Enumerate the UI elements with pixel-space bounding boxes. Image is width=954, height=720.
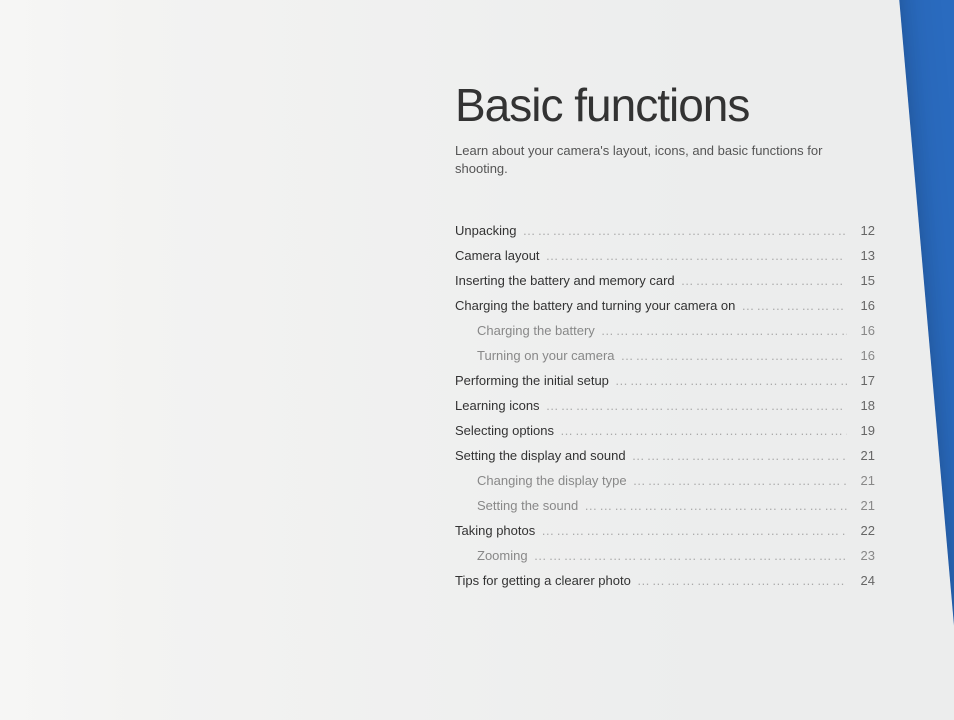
toc-entry-label: Inserting the battery and memory card bbox=[455, 274, 681, 287]
toc-entry-label: Zooming bbox=[477, 549, 534, 562]
toc-entry-page: 21 bbox=[847, 449, 875, 462]
toc-entry[interactable]: Zooming 23 bbox=[455, 543, 875, 568]
toc-entry-leader bbox=[615, 374, 847, 387]
toc-entry-label: Selecting options bbox=[455, 424, 560, 437]
toc-entry[interactable]: Camera layout 13 bbox=[455, 243, 875, 268]
toc-entry-label: Tips for getting a clearer photo bbox=[455, 574, 637, 587]
toc-entry-label: Turning on your camera bbox=[477, 349, 621, 362]
toc-entry-page: 16 bbox=[847, 324, 875, 337]
toc-entry-label: Changing the display type bbox=[477, 474, 633, 487]
toc-entry-page: 23 bbox=[847, 549, 875, 562]
toc-entry-page: 24 bbox=[847, 574, 875, 587]
toc-entry-page: 13 bbox=[847, 249, 875, 262]
toc-entry[interactable]: Inserting the battery and memory card 15 bbox=[455, 268, 875, 293]
toc-entry-leader bbox=[541, 524, 847, 537]
toc-entry-leader bbox=[741, 299, 847, 312]
page-subtitle: Learn about your camera's layout, icons,… bbox=[455, 142, 835, 178]
toc-entry-leader bbox=[601, 324, 847, 337]
toc-entry-page: 16 bbox=[847, 299, 875, 312]
toc-entry-leader bbox=[546, 249, 847, 262]
toc-entry[interactable]: Setting the display and sound 21 bbox=[455, 443, 875, 468]
toc-entry[interactable]: Taking photos 22 bbox=[455, 518, 875, 543]
toc-entry-leader bbox=[522, 224, 847, 237]
toc-entry-page: 22 bbox=[847, 524, 875, 537]
toc-entry-label: Camera layout bbox=[455, 249, 546, 262]
toc-entry[interactable]: Turning on your camera 16 bbox=[455, 343, 875, 368]
toc-entry-leader bbox=[546, 399, 847, 412]
toc-entry-leader bbox=[560, 424, 847, 437]
toc-entry[interactable]: Charging the battery and turning your ca… bbox=[455, 293, 875, 318]
toc-entry-leader bbox=[681, 274, 847, 287]
toc-entry-label: Setting the display and sound bbox=[455, 449, 632, 462]
toc-entry-page: 18 bbox=[847, 399, 875, 412]
toc-entry-leader bbox=[584, 499, 847, 512]
toc-entry-label: Setting the sound bbox=[477, 499, 584, 512]
toc-entry-label: Performing the initial setup bbox=[455, 374, 615, 387]
page-title: Basic functions bbox=[455, 78, 875, 132]
page-content: Basic functions Learn about your camera'… bbox=[455, 78, 875, 593]
toc-entry[interactable]: Performing the initial setup 17 bbox=[455, 368, 875, 393]
toc-entry[interactable]: Tips for getting a clearer photo 24 bbox=[455, 568, 875, 593]
toc-entry[interactable]: Charging the battery 16 bbox=[455, 318, 875, 343]
toc-entry-label: Charging the battery bbox=[477, 324, 601, 337]
toc-entry-page: 16 bbox=[847, 349, 875, 362]
toc-entry-page: 17 bbox=[847, 374, 875, 387]
toc-entry-leader bbox=[632, 449, 847, 462]
toc-entry-page: 21 bbox=[847, 474, 875, 487]
toc-entry[interactable]: Learning icons 18 bbox=[455, 393, 875, 418]
toc-entry-label: Learning icons bbox=[455, 399, 546, 412]
toc-entry-page: 12 bbox=[847, 224, 875, 237]
toc-entry[interactable]: Unpacking 12 bbox=[455, 218, 875, 243]
toc-entry-leader bbox=[637, 574, 847, 587]
table-of-contents: Unpacking 12 Camera layout 13 Inserting the … bbox=[455, 218, 875, 593]
toc-entry-page: 21 bbox=[847, 499, 875, 512]
toc-entry[interactable]: Selecting options 19 bbox=[455, 418, 875, 443]
toc-entry-leader bbox=[534, 549, 847, 562]
toc-entry-page: 15 bbox=[847, 274, 875, 287]
toc-entry[interactable]: Setting the sound 21 bbox=[455, 493, 875, 518]
toc-entry-label: Unpacking bbox=[455, 224, 522, 237]
toc-entry-leader bbox=[621, 349, 847, 362]
toc-entry-page: 19 bbox=[847, 424, 875, 437]
toc-entry-label: Charging the battery and turning your ca… bbox=[455, 299, 741, 312]
toc-entry-label: Taking photos bbox=[455, 524, 541, 537]
toc-entry-leader bbox=[633, 474, 847, 487]
toc-entry[interactable]: Changing the display type 21 bbox=[455, 468, 875, 493]
